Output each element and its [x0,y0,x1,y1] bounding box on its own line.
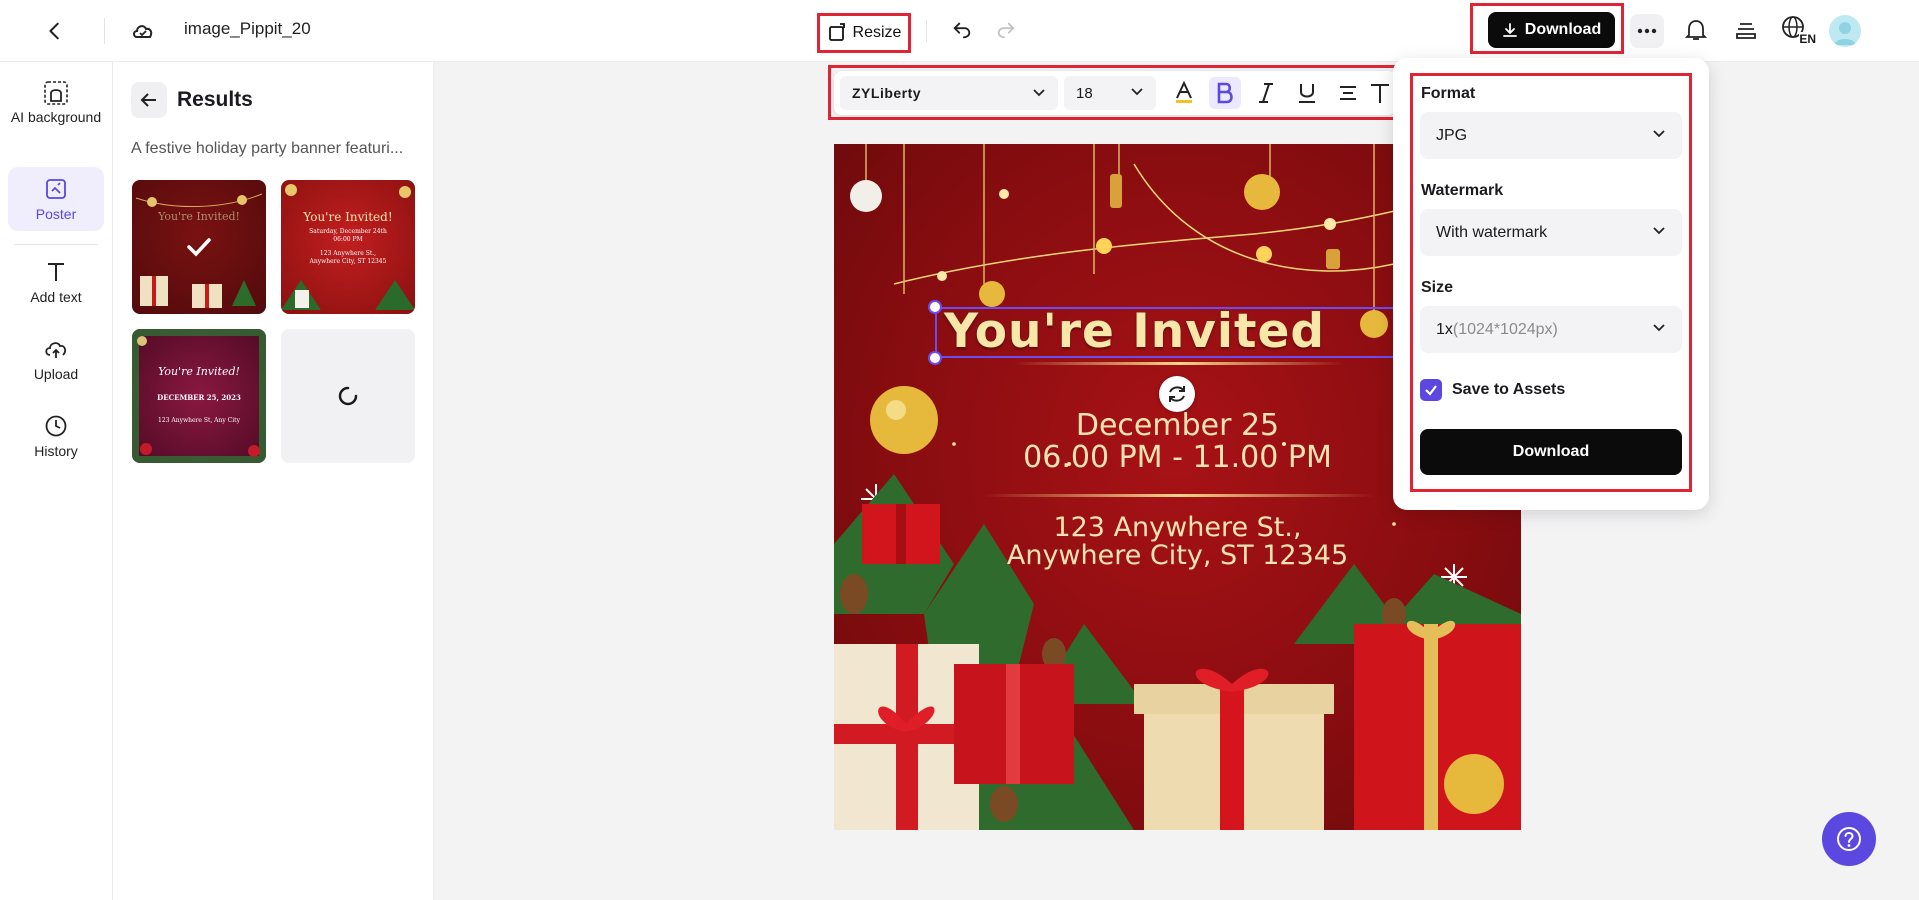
results-panel: Results A festive holiday party banner f… [113,62,434,900]
redo-icon[interactable] [992,16,1020,44]
result-thumbnail[interactable]: You're Invited! Saturday, December 24th … [281,180,415,314]
rotate-icon[interactable] [1159,376,1195,412]
resize-button[interactable]: Resize [817,13,911,53]
format-select[interactable]: JPG [1420,112,1682,159]
bold-icon[interactable] [1209,77,1241,109]
save-to-assets-checkbox[interactable] [1420,379,1442,401]
panel-title: Results [177,88,253,111]
poster-divider [984,494,1374,497]
document-title[interactable]: image_Pippit_20 [184,19,311,39]
left-rail: AI background Poster Add text Upload His… [0,62,113,900]
size-label: Size [1421,279,1454,296]
poster-icon [44,177,68,201]
size-value: 1x [1436,320,1453,338]
rail-item-add-text[interactable]: Add text [8,260,104,316]
chevron-down-icon [1652,126,1666,145]
text-toolbar: ZYLiberty 18 [834,71,1396,115]
undo-icon[interactable] [948,16,976,44]
top-bar: image_Pippit_20 Resize Download EN [0,0,1919,62]
loading-spinner-icon [337,385,359,412]
rail-item-label: History [34,443,78,459]
cloud-sync-icon[interactable] [128,16,158,46]
resize-handle[interactable] [928,300,942,314]
text-icon [44,260,68,284]
save-to-assets-option[interactable]: Save to Assets [1420,378,1565,402]
upload-icon [43,337,69,361]
resize-label: Resize [852,24,902,41]
confirm-download-button[interactable]: Download [1420,429,1682,475]
font-family-select[interactable]: ZYLiberty [840,76,1058,110]
chevron-down-icon [1652,320,1666,339]
rail-item-history[interactable]: History [8,414,104,470]
ai-background-icon [43,80,69,106]
rail-item-label: AI background [10,109,102,125]
font-family-value: ZYLiberty [852,85,922,101]
poster-address-line-1[interactable]: 123 Anywhere St., [834,512,1521,543]
language-code: EN [1799,32,1816,46]
size-select[interactable]: 1x(1024*1024px) [1420,306,1682,353]
chevron-down-icon [1652,223,1666,242]
result-thumbnail[interactable]: You're Invited! [132,180,266,314]
language-globe-icon[interactable]: EN [1780,14,1816,46]
notification-bell-icon[interactable] [1682,16,1710,44]
selected-check-icon [184,232,214,267]
underline-icon[interactable] [1291,77,1323,109]
help-icon[interactable] [1822,812,1876,866]
back-icon[interactable] [42,18,68,44]
text-style-icon[interactable] [1366,77,1394,109]
format-value: JPG [1436,126,1468,144]
rail-item-poster[interactable]: Poster [8,167,104,231]
rail-item-label: Add text [30,289,82,305]
rail-item-label: Poster [35,206,77,222]
resize-icon [827,23,847,43]
save-to-assets-label: Save to Assets [1452,381,1566,398]
avatar[interactable] [1829,15,1861,47]
download-icon [1502,22,1518,38]
size-detail: (1024*1024px) [1452,320,1558,338]
poster-divider [1014,362,1344,365]
result-thumbnail[interactable]: You're Invited! DECEMBER 25, 2023 123 An… [132,329,266,463]
watermark-select[interactable]: With watermark [1420,209,1682,256]
rail-item-label: Upload [33,366,79,382]
panel-back-icon[interactable] [131,82,167,118]
chevron-down-icon [1130,84,1144,102]
chevron-down-icon [1032,85,1046,102]
download-label: Download [1524,21,1602,38]
align-center-icon[interactable] [1332,77,1364,109]
format-label: Format [1421,85,1476,102]
stack-icon[interactable] [1732,16,1760,44]
text-color-icon[interactable] [1168,77,1200,109]
poster-address-line-2[interactable]: Anywhere City, ST 12345 [834,540,1521,571]
watermark-label: Watermark [1421,182,1504,199]
divider [14,244,98,245]
resize-handle[interactable] [928,351,942,365]
download-button[interactable]: Download [1488,12,1615,48]
rail-item-ai-background[interactable]: AI background [8,80,104,140]
font-size-select[interactable]: 18 [1064,76,1156,110]
italic-icon[interactable] [1250,77,1282,109]
more-options-icon[interactable] [1630,14,1664,48]
watermark-value: With watermark [1436,223,1548,241]
prompt-text: A festive holiday party banner featuri..… [131,140,404,157]
font-size-value: 18 [1076,84,1093,102]
rail-item-upload[interactable]: Upload [8,337,104,393]
divider [104,18,105,44]
result-thumbnail-loading [281,329,415,463]
history-icon [44,414,68,438]
divider [926,20,927,42]
